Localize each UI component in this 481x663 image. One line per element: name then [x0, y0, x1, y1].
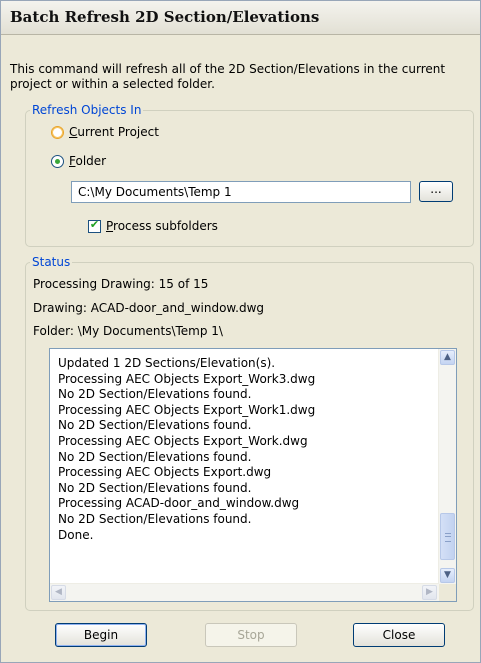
- horizontal-scrollbar[interactable]: ◀ ▶: [50, 583, 439, 601]
- current-folder-text: Folder: \My Documents\Temp 1\: [33, 324, 223, 338]
- scrollbar-corner: [439, 584, 456, 601]
- log-line: No 2D Section/Elevations found.: [58, 511, 252, 526]
- batch-refresh-dialog: Batch Refresh 2D Section/Elevations This…: [0, 0, 481, 663]
- log-line: Processing AEC Objects Export_Work3.dwg: [58, 371, 316, 386]
- scroll-left-icon[interactable]: ◀: [51, 585, 66, 600]
- status-log-lines: Updated 1 2D Sections/Elevation(s). Proc…: [58, 356, 428, 543]
- vertical-scroll-thumb[interactable]: [440, 513, 455, 560]
- log-line: Done.: [58, 527, 94, 542]
- dialog-title: Batch Refresh 2D Section/Elevations: [10, 8, 320, 26]
- scroll-up-icon[interactable]: ▲: [440, 350, 455, 365]
- begin-button-label: Begin: [83, 628, 119, 642]
- log-line: No 2D Section/Elevations found.: [58, 418, 252, 433]
- checkmark-icon: ✔: [89, 217, 100, 231]
- radio-current-project-label: Current Project: [69, 125, 159, 139]
- scroll-down-icon[interactable]: ▼: [440, 568, 455, 583]
- log-line: Processing AEC Objects Export_Work.dwg: [58, 433, 308, 448]
- scroll-right-icon[interactable]: ▶: [422, 585, 437, 600]
- vertical-scrollbar[interactable]: ▲ ▼: [438, 349, 456, 584]
- log-line: No 2D Section/Elevations found.: [58, 387, 252, 402]
- refresh-objects-legend: Refresh Objects In: [32, 103, 142, 117]
- log-line: No 2D Section/Elevations found.: [58, 449, 252, 464]
- begin-button[interactable]: Begin: [55, 623, 147, 647]
- intro-text: This command will refresh all of the 2D …: [10, 62, 446, 91]
- radio-current-project[interactable]: Current Project: [51, 125, 159, 139]
- title-bar[interactable]: Batch Refresh 2D Section/Elevations: [1, 1, 480, 35]
- processing-count-text: Processing Drawing: 15 of 15: [33, 277, 209, 291]
- radio-folder-label: Folder: [69, 154, 107, 168]
- log-line: No 2D Section/Elevations found.: [58, 480, 252, 495]
- log-line: Updated 1 2D Sections/Elevation(s).: [58, 356, 276, 370]
- radio-current-project-circle[interactable]: [51, 125, 64, 139]
- log-line: Processing ACAD-door_and_window.dwg: [58, 496, 300, 511]
- browse-button[interactable]: ...: [419, 181, 453, 202]
- status-legend: Status: [32, 255, 71, 269]
- stop-button[interactable]: Stop: [205, 623, 297, 647]
- stop-button-label: Stop: [237, 628, 265, 642]
- close-button[interactable]: Close: [353, 623, 445, 647]
- folder-path-input[interactable]: C:\My Documents\Temp 1: [71, 181, 411, 203]
- process-subfolders-checkbox[interactable]: ✔ Process subfolders: [88, 217, 218, 233]
- log-line: Processing AEC Objects Export_Work1.dwg: [58, 402, 316, 417]
- radio-folder[interactable]: Folder: [51, 154, 106, 168]
- process-subfolders-box[interactable]: ✔: [88, 217, 101, 233]
- process-subfolders-label: Process subfolders: [106, 219, 218, 233]
- grip-icon: [445, 533, 451, 542]
- radio-folder-circle[interactable]: [51, 154, 64, 168]
- status-log[interactable]: Updated 1 2D Sections/Elevation(s). Proc…: [49, 348, 457, 602]
- close-button-label: Close: [382, 628, 416, 642]
- log-line: Processing AEC Objects Export.dwg: [58, 465, 272, 480]
- current-drawing-text: Drawing: ACAD-door_and_window.dwg: [33, 301, 265, 315]
